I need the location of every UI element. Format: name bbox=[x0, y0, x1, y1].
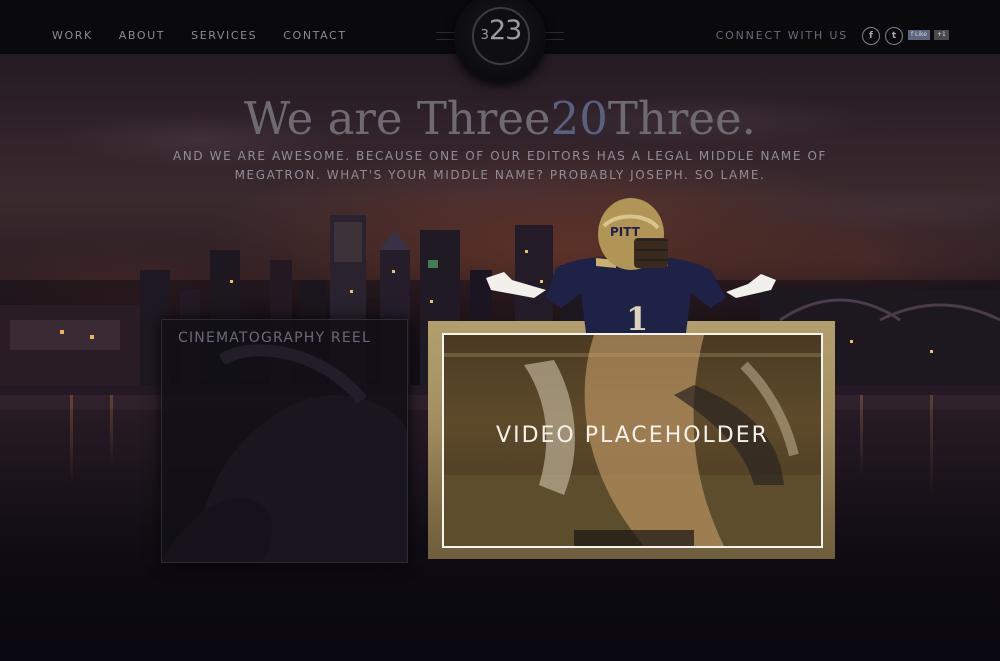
google-plus-button[interactable]: +1 bbox=[934, 30, 949, 40]
nav-item-contact[interactable]: CONTACT bbox=[283, 29, 346, 42]
logo-badge: 323 bbox=[472, 7, 530, 65]
nav-item-services[interactable]: SERVICES bbox=[191, 29, 257, 42]
logo[interactable]: 323 bbox=[436, 0, 564, 88]
headline-part-1: We are Three bbox=[244, 92, 551, 145]
headline-part-2: 20 bbox=[550, 92, 608, 145]
facebook-like-button[interactable]: f Like bbox=[908, 30, 930, 40]
football-player-image: PITT 1 bbox=[486, 198, 776, 338]
svg-text:PITT: PITT bbox=[610, 225, 641, 239]
logo-prefix: 3 bbox=[480, 28, 489, 43]
logo-number: 23 bbox=[488, 15, 522, 46]
cinematography-reel-card[interactable]: CINEMATOGRAPHY REEL bbox=[161, 319, 408, 563]
headline-part-3: Three. bbox=[607, 92, 756, 145]
reel-title: CINEMATOGRAPHY REEL bbox=[178, 330, 371, 346]
video-placeholder[interactable]: VIDEO PLACEHOLDER bbox=[442, 333, 823, 548]
nav-item-about[interactable]: ABOUT bbox=[119, 29, 165, 42]
connect-with-us-label: CONNECT WITH US bbox=[715, 29, 848, 42]
svg-text:1: 1 bbox=[626, 300, 648, 338]
page: WORK ABOUT SERVICES CONTACT CONNECT WITH… bbox=[0, 0, 1000, 661]
page-headline: We are Three20Three. bbox=[0, 92, 1000, 145]
facebook-icon[interactable]: f bbox=[862, 27, 880, 45]
reel-thumbnail bbox=[162, 344, 407, 562]
hero-tagline: AND WE ARE AWESOME. BECAUSE ONE OF OUR E… bbox=[172, 149, 828, 182]
twitter-icon[interactable]: t bbox=[885, 27, 903, 45]
main-nav: WORK ABOUT SERVICES CONTACT bbox=[52, 29, 373, 42]
nav-item-work[interactable]: WORK bbox=[52, 29, 93, 42]
video-placeholder-label: VIDEO PLACEHOLDER bbox=[496, 423, 769, 448]
